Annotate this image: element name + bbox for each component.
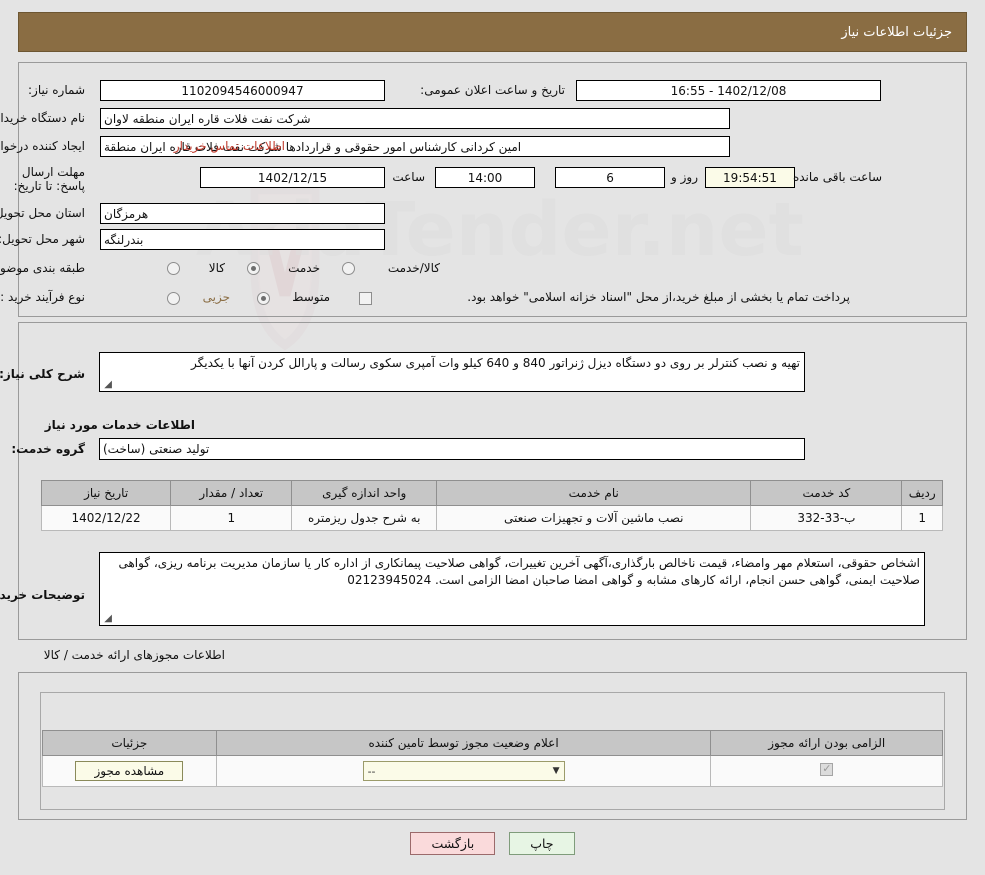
th-date: تاریخ نیاز bbox=[40, 480, 172, 506]
table-row: ▼ -- مشاهده مجوز bbox=[42, 755, 943, 787]
license-status-dropdown[interactable]: ▼ -- bbox=[362, 761, 565, 781]
remaining-time-value: 19:54:51 bbox=[705, 167, 795, 188]
treasury-bond-text: پرداخت تمام یا بخشی از مبلغ خرید،از محل … bbox=[467, 290, 850, 304]
process-label: نوع فرآیند خرید : bbox=[0, 290, 85, 304]
description-text: تهیه و نصب کنترلر بر روی دو دستگاه دیزل … bbox=[191, 356, 800, 370]
need-number-label: شماره نیاز: bbox=[28, 83, 85, 97]
service-group-label: گروه خدمت: bbox=[11, 442, 85, 456]
category-label: طبقه بندی موضوعی: bbox=[0, 261, 85, 275]
services-section-caption: اطلاعات خدمات مورد نیاز bbox=[44, 418, 195, 432]
table-row: 1 ب-33-332 نصب ماشین آلات و تجهیزات صنعت… bbox=[40, 505, 943, 531]
radio-category-kala-khedmat-label: کالا/خدمت bbox=[387, 261, 440, 275]
services-table-header-row: ردیف کد خدمت نام خدمت واحد اندازه گیری ت… bbox=[40, 480, 943, 506]
radio-category-kala-label: کالا bbox=[208, 261, 225, 275]
cell-detail-button: مشاهده مجوز bbox=[42, 755, 217, 787]
buyer-contact-link[interactable]: اطلاعات تماس خریدار bbox=[174, 139, 285, 153]
license-status-value: -- bbox=[367, 764, 376, 778]
remaining-days-value: 6 bbox=[555, 167, 665, 188]
licenses-table: الزامی بودن ارائه مجوز اعلام وضعیت مجوز … bbox=[42, 730, 943, 787]
view-license-button[interactable]: مشاهده مجوز bbox=[75, 761, 184, 781]
page-title: جزئیات اطلاعات نیاز bbox=[841, 24, 952, 40]
deadline-time-value: 14:00 bbox=[435, 167, 535, 188]
th-required: الزامی بودن ارائه مجوز bbox=[710, 730, 943, 756]
cell-status-select: ▼ -- bbox=[215, 755, 712, 787]
cell-row: 1 bbox=[901, 505, 943, 531]
city-value: بندرلنگه bbox=[100, 229, 385, 250]
cell-quantity: 1 bbox=[170, 505, 293, 531]
city-label: شهر محل تحویل: bbox=[0, 232, 85, 246]
th-quantity: تعداد / مقدار bbox=[170, 480, 293, 506]
buyer-notes-textarea[interactable]: اشخاص حقوقی، استعلام مهر وامضاء، قیمت نا… bbox=[99, 552, 925, 626]
deadline-label: مهلت ارسال پاسخ: تا تاریخ: bbox=[13, 165, 85, 193]
radio-process-motevasset[interactable] bbox=[257, 292, 270, 305]
licenses-section-caption: اطلاعات مجوزهای ارائه خدمت / کالا bbox=[43, 648, 225, 662]
days-label: روز و bbox=[671, 170, 698, 184]
radio-category-khedmat-label: خدمت bbox=[288, 261, 320, 275]
license-required-checkbox-icon bbox=[820, 762, 834, 776]
th-details: جزئیات bbox=[42, 730, 217, 756]
treasury-bond-checkbox[interactable] bbox=[359, 292, 372, 305]
buyer-notes-text: اشخاص حقوقی، استعلام مهر وامضاء، قیمت نا… bbox=[118, 556, 920, 587]
th-unit: واحد اندازه گیری bbox=[291, 480, 438, 506]
radio-process-jozi-label: جزیی bbox=[202, 290, 230, 304]
buyer-org-label: نام دستگاه خریدار: bbox=[0, 111, 85, 125]
buyer-notes-label: توضیحات خریدار: bbox=[0, 588, 85, 602]
hour-label: ساعت bbox=[392, 170, 425, 184]
deadline-date-value: 1402/12/15 bbox=[200, 167, 385, 188]
description-label: شرح کلی نیاز: bbox=[0, 367, 85, 381]
service-group-value: تولید صنعتی (ساخت) bbox=[99, 438, 805, 460]
cell-required-checkbox bbox=[710, 755, 943, 787]
radio-category-kala[interactable] bbox=[167, 262, 180, 275]
buyer-org-value: شرکت نفت فلات قاره ایران منطقه لاوان bbox=[100, 108, 730, 129]
licenses-table-header-row: الزامی بودن ارائه مجوز اعلام وضعیت مجوز … bbox=[42, 730, 943, 756]
radio-category-khedmat[interactable] bbox=[247, 262, 260, 275]
th-name: نام خدمت bbox=[436, 480, 752, 506]
page-title-bar: جزئیات اطلاعات نیاز bbox=[18, 12, 967, 52]
announce-value: 1402/12/08 - 16:55 bbox=[576, 80, 881, 101]
radio-process-motevasset-label: متوسط bbox=[292, 290, 330, 304]
chevron-down-icon: ▼ bbox=[552, 766, 560, 776]
resize-grip-icon-2: ◢ bbox=[104, 613, 112, 624]
services-table: ردیف کد خدمت نام خدمت واحد اندازه گیری ت… bbox=[40, 480, 943, 531]
back-button[interactable]: بازگشت bbox=[410, 832, 496, 855]
print-button[interactable]: چاپ bbox=[509, 832, 575, 855]
cell-date: 1402/12/22 bbox=[40, 505, 172, 531]
resize-grip-icon: ◢ bbox=[104, 379, 112, 390]
radio-process-jozi[interactable] bbox=[167, 292, 180, 305]
cell-code: ب-33-332 bbox=[750, 505, 903, 531]
province-value: هرمزگان bbox=[100, 203, 385, 224]
province-label: استان محل تحویل: bbox=[0, 206, 85, 220]
announce-label: تاریخ و ساعت اعلان عمومی: bbox=[420, 83, 565, 97]
th-status: اعلام وضعیت مجوز توسط تامین کننده bbox=[215, 730, 712, 756]
remaining-hours-label: ساعت باقی مانده bbox=[792, 170, 882, 184]
creator-label: ایجاد کننده درخواست: bbox=[0, 139, 85, 153]
radio-category-kala-khedmat[interactable] bbox=[342, 262, 355, 275]
th-row: ردیف bbox=[901, 480, 943, 506]
need-number-value: 1102094546000947 bbox=[100, 80, 385, 101]
th-code: کد خدمت bbox=[750, 480, 903, 506]
description-textarea[interactable]: تهیه و نصب کنترلر بر روی دو دستگاه دیزل … bbox=[99, 352, 805, 392]
cell-unit: به شرح جدول ریزمتره bbox=[291, 505, 438, 531]
cell-name: نصب ماشین آلات و تجهیزات صنعتی bbox=[436, 505, 752, 531]
page-root: AriaTender.net جزئیات اطلاعات نیاز شماره… bbox=[0, 0, 985, 875]
footer-actions: بازگشت چاپ bbox=[0, 832, 985, 855]
